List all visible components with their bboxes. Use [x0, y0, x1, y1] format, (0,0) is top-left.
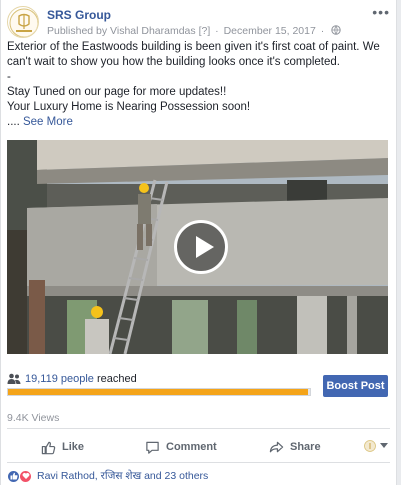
play-icon[interactable] — [174, 220, 228, 274]
thumbs-up-icon — [41, 441, 56, 454]
globe-icon[interactable] — [331, 25, 341, 38]
reach-count-link[interactable]: 19,119 people — [25, 373, 94, 385]
body-line-4: Your Luxury Home is Nearing Possession s… — [7, 101, 251, 113]
share-label: Share — [290, 441, 321, 453]
divider — [7, 428, 390, 429]
like-label: Like — [62, 441, 85, 453]
post-body: Exterior of the Eastwoods building is be… — [7, 40, 392, 130]
audience-selector[interactable] — [364, 440, 388, 452]
more-options-button[interactable]: ••• — [372, 4, 390, 20]
reach-progress-bar — [7, 388, 311, 396]
post-header: SRS Group Published by Vishal Dharamdas … — [7, 4, 390, 38]
comment-label: Comment — [166, 441, 217, 453]
share-button[interactable]: Share — [269, 432, 321, 462]
love-reaction-icon — [19, 469, 32, 483]
meta-separator: · — [215, 25, 219, 37]
post-card: SRS Group Published by Vishal Dharamdas … — [0, 0, 397, 485]
action-bar: Like Comment Share — [7, 432, 390, 462]
srs-logo — [9, 8, 38, 37]
post-meta: Published by Vishal Dharamdas [?] · Dece… — [47, 25, 341, 38]
body-line-5: .... See More — [7, 115, 392, 130]
people-icon — [7, 373, 21, 384]
like-button[interactable]: Like — [41, 432, 84, 462]
page-avatar[interactable] — [7, 6, 39, 38]
body-line-3: Stay Tuned on our page for more updates!… — [7, 86, 227, 98]
reach-progress-fill — [8, 389, 309, 395]
reach-text: 19,119 people reached — [25, 373, 137, 385]
see-more-link[interactable]: See More — [23, 116, 73, 128]
page-name-link[interactable]: SRS Group — [47, 8, 111, 22]
reactions-text: Ravi Rathod, रजिस शेख and 23 others — [37, 470, 209, 482]
comment-icon — [146, 441, 159, 454]
post-date[interactable]: December 15, 2017 — [224, 25, 316, 37]
ellipsis: .... — [7, 116, 20, 128]
chevron-down-icon — [380, 443, 388, 448]
boost-post-button[interactable]: Boost Post — [323, 375, 388, 397]
body-line-2: - — [7, 71, 11, 83]
meta-separator-2: · — [320, 25, 325, 37]
reactions-summary[interactable]: Ravi Rathod, रजिस शेख and 23 others — [7, 469, 208, 483]
video-player[interactable] — [7, 140, 388, 354]
views-count[interactable]: 9.4K Views — [7, 412, 59, 424]
comment-button[interactable]: Comment — [145, 432, 217, 462]
body-line-1: Exterior of the Eastwoods building is be… — [7, 41, 380, 68]
divider — [7, 462, 390, 463]
page-avatar-small-icon — [364, 440, 376, 452]
published-by-marker[interactable]: [?] — [199, 25, 211, 37]
reach-row: 19,119 people reached Boost Post — [7, 371, 388, 401]
published-by: Published by Vishal Dharamdas — [47, 25, 196, 37]
reach-suffix: reached — [93, 373, 137, 385]
share-icon — [269, 441, 284, 452]
